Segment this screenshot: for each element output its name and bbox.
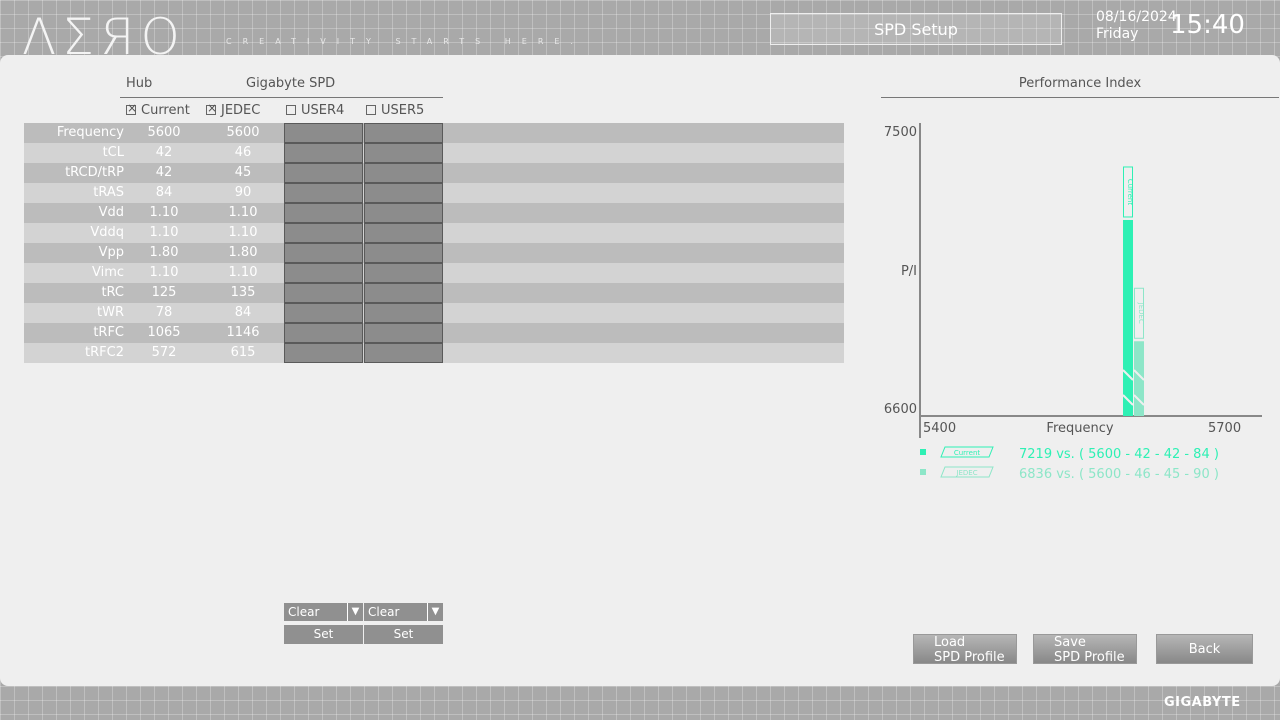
legend-value: 6836 vs. ( 5600 - 46 - 45 - 90 ) — [1019, 467, 1219, 482]
save-spd-profile-button[interactable]: Save SPD Profile — [1033, 634, 1137, 665]
bar-current — [1123, 219, 1133, 416]
x-tick-label: 5700 — [1208, 421, 1241, 436]
y-tick-label: 7500 — [884, 125, 917, 140]
save-label: Save — [1054, 635, 1086, 650]
bar-label: Current — [1126, 179, 1134, 206]
bar-label: JEDEC — [1137, 302, 1145, 324]
x-tick-label: 5400 — [923, 421, 956, 436]
gigabyte-logo: GIGABYTE — [1164, 695, 1241, 710]
save-label-2: SPD Profile — [1054, 650, 1125, 665]
y-axis-label: P/I — [901, 264, 917, 279]
legend-name: Current — [954, 449, 981, 457]
performance-chart: 7500 6600 P/I 5400 5700 Frequency Current Curre… — [884, 123, 1262, 482]
legend-swatch — [920, 449, 926, 455]
x-axis-label: Frequency — [1046, 421, 1113, 436]
back-button[interactable]: Back — [1156, 634, 1253, 664]
y-tick-label: 6600 — [884, 402, 917, 417]
legend-swatch — [920, 469, 926, 475]
load-label: Load — [934, 635, 966, 650]
legend-value: 7219 vs. ( 5600 - 42 - 42 - 84 ) — [1019, 447, 1219, 462]
load-spd-profile-button[interactable]: Load SPD Profile — [913, 634, 1017, 665]
legend-name: JEDEC — [955, 469, 977, 477]
load-label-2: SPD Profile — [934, 650, 1005, 665]
